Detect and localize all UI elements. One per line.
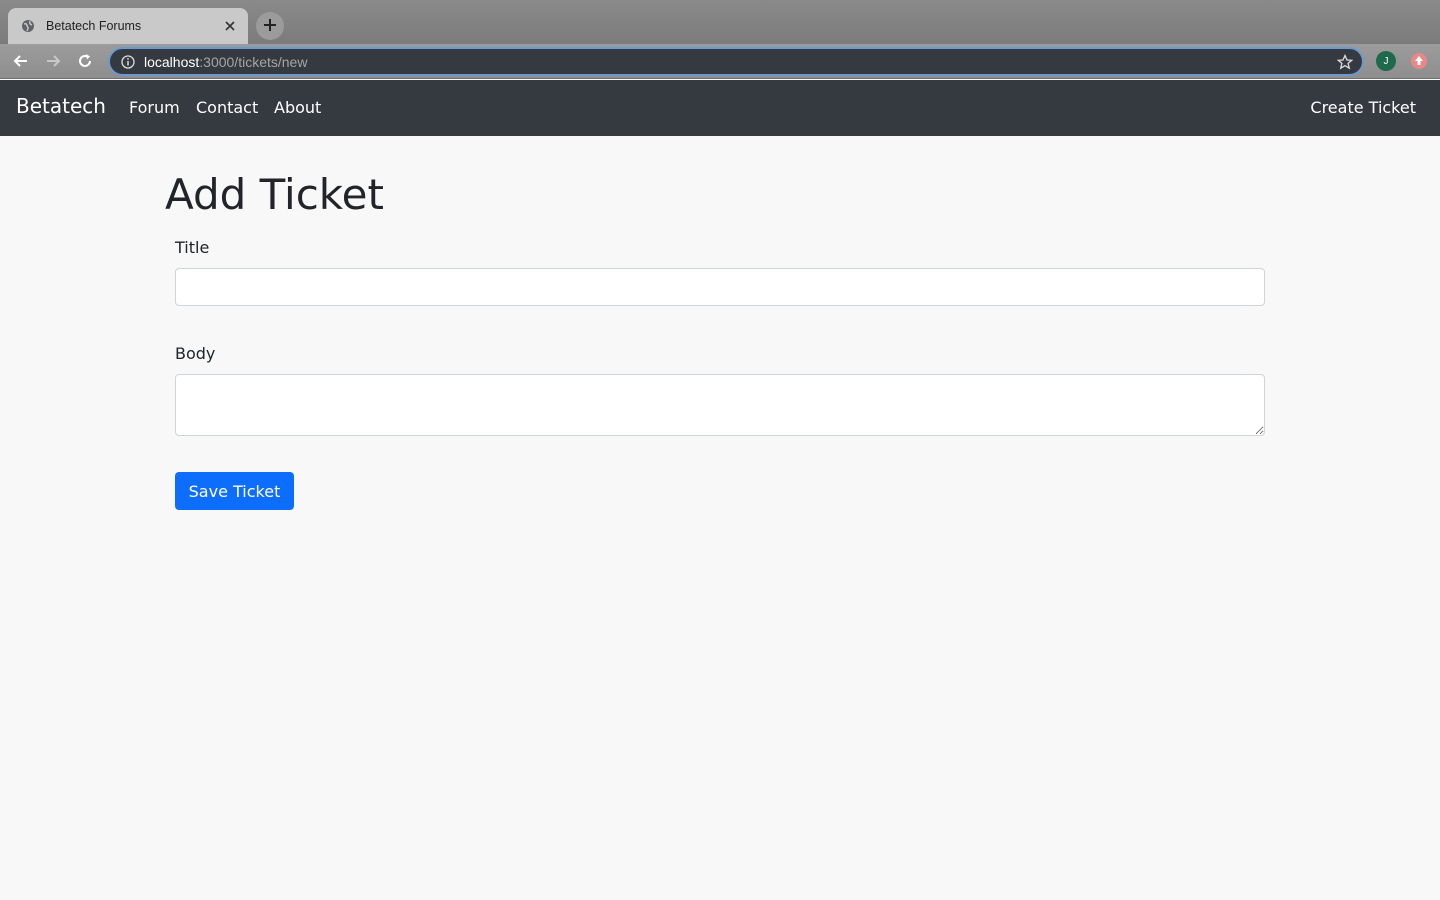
browser-tabstrip: Betatech Forums: [0, 0, 1440, 44]
extension-icon[interactable]: [1409, 51, 1429, 71]
body-label: Body: [175, 344, 216, 363]
forward-arrow-icon[interactable]: [42, 50, 64, 72]
title-input[interactable]: [175, 268, 1265, 306]
url-host: localhost: [144, 53, 200, 70]
globe-icon: [20, 18, 36, 34]
plus-icon: [263, 17, 277, 36]
body-textarea[interactable]: [175, 374, 1265, 436]
browser-toolbar: localhost:3000/tickets/new J: [0, 44, 1440, 79]
tab-title: Betatech Forums: [46, 19, 142, 33]
title-label: Title: [175, 238, 210, 257]
create-ticket-link[interactable]: Create Ticket: [1310, 98, 1416, 117]
page-title: Add Ticket: [165, 170, 384, 219]
profile-avatar[interactable]: J: [1376, 51, 1396, 71]
reload-icon[interactable]: [74, 50, 96, 72]
url-text: localhost:3000/tickets/new: [144, 54, 307, 70]
new-tab-button[interactable]: [256, 12, 284, 40]
brand-link[interactable]: Betatech: [16, 94, 106, 118]
url-path: :3000/tickets/new: [199, 53, 308, 70]
nav-link-contact[interactable]: Contact: [196, 98, 258, 117]
save-ticket-button[interactable]: Save Ticket: [175, 472, 294, 510]
app-navbar: Betatech Forum Contact About Create Tick…: [0, 80, 1440, 136]
nav-link-forum[interactable]: Forum: [129, 98, 180, 117]
back-arrow-icon[interactable]: [10, 50, 32, 72]
nav-link-about[interactable]: About: [274, 98, 321, 117]
close-icon[interactable]: [222, 18, 238, 34]
address-bar[interactable]: localhost:3000/tickets/new: [108, 47, 1364, 76]
info-icon[interactable]: [120, 54, 136, 70]
browser-tab[interactable]: Betatech Forums: [8, 8, 248, 44]
bookmark-star-icon[interactable]: [1336, 53, 1354, 71]
